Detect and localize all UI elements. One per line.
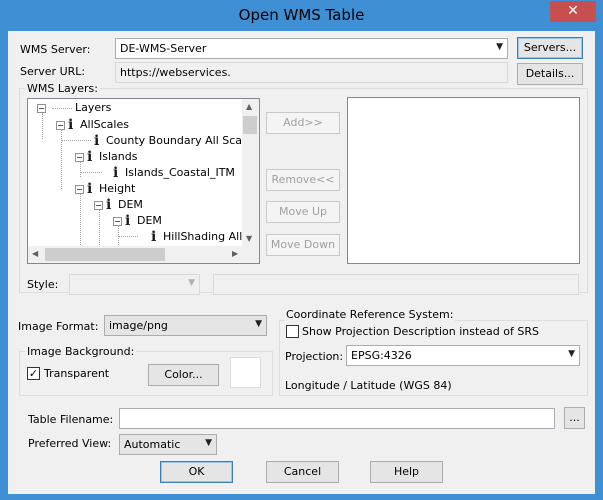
projection-select[interactable]: EPSG:4326 ▼ (346, 345, 580, 366)
show-projection-description-label[interactable]: Show Projection Description instead of S… (302, 325, 539, 338)
wms-layers-label: WMS Layers: (25, 82, 100, 95)
wms-server-label: WMS Server: (20, 43, 91, 56)
preferred-view-value: Automatic (124, 438, 181, 451)
info-icon: i (113, 165, 119, 181)
wms-server-select[interactable]: DE-WMS-Server ▼ (115, 38, 508, 59)
image-background-label: Image Background: (25, 345, 137, 358)
add-button[interactable]: Add>> (266, 112, 340, 134)
dialog-window: Open WMS Table ✕ WMS Server: DE-WMS-Serv… (0, 0, 603, 500)
checkmark-icon: ✓ (28, 367, 39, 380)
window-title: Open WMS Table (238, 6, 365, 24)
tree-item-label: County Boundary All Scales (106, 134, 258, 147)
style-label: Style: (27, 278, 59, 291)
move-up-button[interactable]: Move Up (266, 201, 340, 223)
tree-item-allscales[interactable]: − i AllScales (56, 117, 129, 133)
tree-item-label: Islands_Coastal_ITM (125, 166, 235, 179)
tree-item-height[interactable]: − i Height (75, 181, 135, 197)
move-down-button[interactable]: Move Down (266, 234, 340, 256)
details-button[interactable]: Details... (517, 63, 583, 85)
crs-label: Coordinate Reference System: (284, 308, 456, 321)
color-button[interactable]: Color... (148, 364, 219, 386)
table-filename-label: Table Filename: (28, 413, 114, 426)
collapse-icon[interactable]: − (75, 152, 84, 162)
show-projection-description-checkbox[interactable] (286, 325, 299, 338)
selected-layers-list[interactable] (347, 97, 580, 264)
preferred-view-select[interactable]: Automatic ▼ (119, 434, 217, 455)
tree-item-label: AllScales (80, 118, 129, 131)
projection-label: Projection: (285, 350, 344, 363)
collapse-icon[interactable]: − (94, 200, 103, 210)
tree-item-islands[interactable]: − i Islands (75, 149, 137, 165)
image-format-value: image/png (109, 319, 168, 332)
tree-horizontal-scrollbar[interactable]: ◀ ▶ (28, 246, 243, 263)
transparent-label[interactable]: Transparent (44, 367, 109, 380)
info-icon: i (94, 133, 100, 149)
scroll-left-icon[interactable]: ◀ (32, 249, 38, 258)
browse-button[interactable]: ... (564, 407, 585, 429)
tree-item-label: Islands (99, 150, 138, 163)
remove-button[interactable]: Remove<< (266, 169, 340, 191)
close-button[interactable]: ✕ (550, 1, 596, 22)
info-icon: i (87, 149, 93, 165)
server-url-field[interactable]: https://webservices. (115, 62, 508, 83)
chevron-down-icon: ▼ (496, 42, 503, 52)
tree-item-label: Height (99, 182, 136, 195)
background-color-swatch (230, 357, 261, 388)
scroll-right-icon[interactable]: ▶ (232, 249, 238, 258)
tree-item-dem-child[interactable]: − i DEM (113, 213, 162, 229)
transparent-checkbox[interactable]: ✓ (27, 367, 40, 380)
tree-item-islands-coastal[interactable]: i Islands_Coastal_ITM (113, 165, 235, 181)
tree-item-layers[interactable]: − Layers (37, 101, 111, 117)
chevron-down-icon: ▼ (188, 278, 195, 288)
projection-description: Longitude / Latitude (WGS 84) (285, 379, 452, 392)
chevron-down-icon: ▼ (205, 438, 212, 448)
image-format-select[interactable]: image/png ▼ (104, 315, 267, 336)
tree-item-label: DEM (118, 198, 143, 211)
style-select[interactable]: ▼ (69, 274, 200, 295)
info-icon: i (68, 117, 74, 133)
style-text-field[interactable] (213, 274, 579, 295)
info-icon: i (125, 213, 131, 229)
tree-item-label: HillShading All S (163, 230, 253, 243)
preferred-view-label: Preferred View: (28, 437, 112, 450)
title-bar[interactable]: Open WMS Table ✕ (1, 1, 602, 30)
collapse-icon[interactable]: − (37, 103, 46, 113)
collapse-icon[interactable]: − (56, 120, 65, 130)
dialog-body: WMS Server: DE-WMS-Server ▼ Servers... S… (8, 31, 595, 494)
servers-button[interactable]: Servers... (517, 37, 583, 59)
scroll-thumb[interactable] (45, 248, 165, 261)
tree-item-label: DEM (137, 214, 162, 227)
help-button[interactable]: Help (370, 461, 443, 483)
info-icon: i (87, 181, 93, 197)
info-icon: i (106, 197, 112, 213)
wms-server-value: DE-WMS-Server (120, 42, 207, 55)
collapse-icon[interactable]: − (75, 184, 84, 194)
scroll-down-icon[interactable]: ▼ (246, 234, 252, 243)
table-filename-field[interactable] (119, 408, 555, 429)
chevron-down-icon: ▼ (568, 349, 575, 359)
layers-tree[interactable]: − Layers − i AllScales i County Boundary All… (27, 98, 260, 264)
projection-value: EPSG:4326 (351, 349, 412, 362)
image-format-label: Image Format: (18, 320, 99, 333)
server-url-label: Server URL: (20, 65, 86, 78)
cancel-button[interactable]: Cancel (266, 461, 339, 483)
scroll-up-icon[interactable]: ▲ (246, 102, 252, 111)
tree-item-county-boundary[interactable]: i County Boundary All Scales (94, 133, 258, 149)
tree-item-label: Layers (75, 101, 112, 114)
chevron-down-icon: ▼ (255, 319, 262, 329)
info-icon: i (151, 229, 157, 245)
tree-item-hillshading[interactable]: i HillShading All S (151, 229, 253, 245)
ok-button[interactable]: OK (160, 461, 233, 483)
tree-item-dem[interactable]: − i DEM (94, 197, 143, 213)
scrollbar-corner (242, 246, 259, 263)
scroll-thumb[interactable] (243, 116, 257, 134)
collapse-icon[interactable]: − (113, 216, 122, 226)
tree-vertical-scrollbar[interactable]: ▲ ▼ (242, 99, 259, 247)
